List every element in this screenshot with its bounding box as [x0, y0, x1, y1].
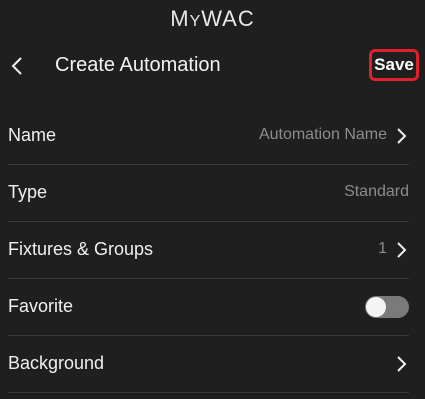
page-title: Create Automation — [55, 54, 221, 76]
brand-letters-wac: WAC — [201, 6, 255, 31]
background-row[interactable]: Background — [8, 336, 409, 393]
name-label: Name — [8, 125, 57, 145]
save-button[interactable]: Save — [369, 49, 419, 81]
toggle-knob — [366, 297, 386, 317]
type-label: Type — [8, 182, 48, 202]
brand-letter-y: Y — [189, 13, 202, 30]
fixtures-groups-count: 1 — [378, 240, 387, 257]
settings-list: Name Automation Name Type Standard Fixtu… — [0, 108, 425, 393]
background-label: Background — [8, 353, 105, 373]
type-value: Standard — [344, 183, 409, 200]
chevron-right-icon — [395, 241, 407, 259]
favorite-toggle[interactable] — [365, 296, 409, 318]
chevron-right-icon — [395, 127, 407, 145]
brand-letter-m: M — [170, 6, 190, 31]
fixtures-groups-row[interactable]: Fixtures & Groups 1 — [8, 222, 409, 279]
fixtures-groups-label: Fixtures & Groups — [8, 239, 154, 259]
chevron-right-icon — [395, 355, 407, 373]
type-row[interactable]: Type Standard — [8, 165, 409, 222]
name-row[interactable]: Name Automation Name — [8, 108, 409, 165]
favorite-row: Favorite — [8, 279, 409, 336]
favorite-label: Favorite — [8, 296, 74, 316]
name-value: Automation Name — [258, 126, 387, 143]
app-brand-logo: MYWAC — [0, 6, 425, 32]
top-bar: Create Automation Save — [0, 44, 425, 88]
back-chevron-icon[interactable] — [8, 54, 28, 78]
